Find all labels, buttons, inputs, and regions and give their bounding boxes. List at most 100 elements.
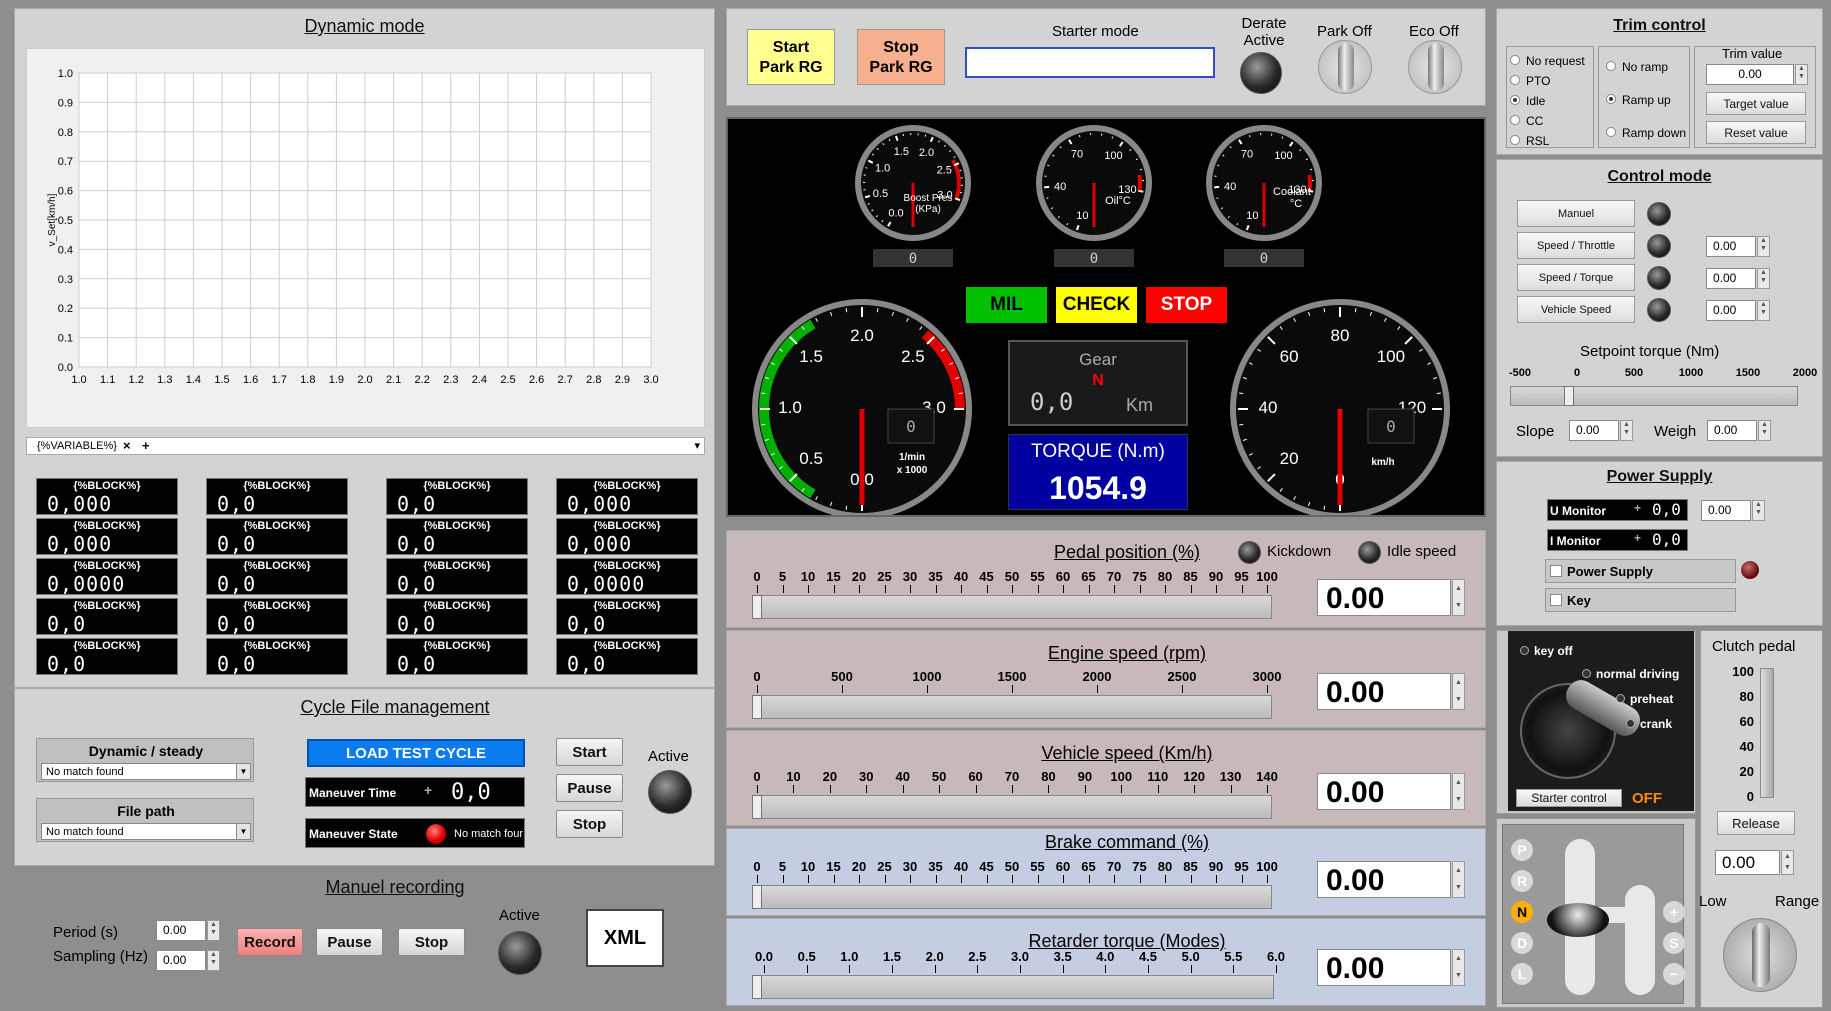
control-mode-spinner[interactable]: ▲ ▼ [1757,236,1770,257]
gear-side-minus-icon[interactable]: − [1663,963,1685,985]
slider-value-spinner[interactable]: ▲ ▼ [1452,579,1465,616]
gear-side-sport-icon[interactable]: S [1663,932,1685,954]
load-test-cycle-button[interactable]: LOAD TEST CYCLE [307,739,525,767]
ramp-radio-no-ramp[interactable] [1606,61,1616,71]
radio-icon[interactable] [1626,719,1635,728]
power-supply-toggle[interactable]: Power Supply [1545,559,1736,583]
gear-position-p[interactable]: P [1511,839,1533,861]
trim-value-input[interactable]: 0.00 [1706,64,1794,85]
control-mode-spinner[interactable]: ▲ ▼ [1757,300,1770,321]
slider-value-spinner[interactable]: ▲ ▼ [1452,773,1465,810]
slider-track[interactable] [752,595,1272,619]
slider-value-input[interactable]: 0.00 [1317,579,1451,616]
trim-radio-no-request[interactable] [1510,55,1520,65]
tab-menu-icon[interactable]: ▾ [694,439,700,452]
control-mode-vehicle-speedbutton[interactable]: Vehicle Speed [1517,296,1635,323]
control-mode-speed-throttlebutton[interactable]: Speed / Throttle [1517,232,1635,259]
trim-radio-rsl[interactable] [1510,135,1520,145]
key-toggle[interactable]: Key [1545,588,1736,612]
dropdown-arrow-icon[interactable]: ▼ [236,824,250,839]
record-button[interactable]: Record [237,928,303,956]
weigh-spinner[interactable]: ▲ ▼ [1758,420,1771,441]
radio-icon[interactable] [1616,694,1625,703]
slider-value-input[interactable]: 0.00 [1317,673,1451,710]
control-mode-input[interactable]: 0.00 [1706,236,1756,257]
starter-control-button[interactable]: Starter control [1516,789,1622,807]
start-park-rg-button[interactable]: Start Park RG [747,29,835,85]
key-checkbox[interactable] [1550,594,1562,606]
park-off-knob[interactable] [1318,40,1372,94]
slope-spinner[interactable]: ▲ ▼ [1620,420,1633,441]
trim-radio-idle[interactable] [1510,95,1520,105]
slider-value-input[interactable]: 0.00 [1317,861,1451,898]
cycle-start-button[interactable]: Start [556,738,623,766]
power-supply-checkbox[interactable] [1550,565,1562,577]
shift-knob-icon[interactable] [1547,903,1609,937]
recording-pause-button[interactable]: Pause [316,928,383,956]
slider-track[interactable] [752,695,1272,719]
trim-value-spinner[interactable]: ▲ ▼ [1795,64,1808,85]
slider-value-spinner[interactable]: ▲ ▼ [1452,949,1465,986]
trim-radio-pto[interactable] [1510,75,1520,85]
clutch-spinner[interactable]: ▲ ▼ [1781,850,1794,875]
period-spinner[interactable]: ▲ ▼ [207,920,220,941]
ramp-radio-ramp-down[interactable] [1606,127,1616,137]
release-button[interactable]: Release [1717,811,1795,835]
sampling-input[interactable]: 0.00 [156,950,206,971]
control-mode-manuelbutton[interactable]: Manuel [1517,200,1635,227]
file-path-select[interactable]: No match found ▼ [41,823,251,840]
radio-icon[interactable] [1520,646,1529,655]
slider-value-spinner[interactable]: ▲ ▼ [1452,861,1465,898]
gear-position-d[interactable]: D [1511,932,1533,954]
recording-title: Manuel recording [325,877,465,897]
u-input[interactable]: 0.00 [1701,500,1751,521]
slider-track[interactable] [752,885,1272,909]
range-knob[interactable] [1723,918,1797,992]
slider-track[interactable] [752,795,1272,819]
slider-thumb[interactable] [752,975,762,999]
tab-add-icon[interactable]: + [142,438,150,453]
clutch-slider[interactable] [1760,668,1774,798]
gear-position-n[interactable]: N [1511,901,1533,923]
cycle-pause-button[interactable]: Pause [556,774,623,802]
sampling-spinner[interactable]: ▲ ▼ [207,950,220,971]
slider-value-input[interactable]: 0.00 [1317,949,1451,986]
slider-track[interactable] [752,975,1274,999]
control-mode-spinner[interactable]: ▲ ▼ [1757,268,1770,289]
block-value: 0,000 [47,492,113,516]
weigh-input[interactable]: 0.00 [1707,420,1757,441]
slider-value-spinner[interactable]: ▲ ▼ [1452,673,1465,710]
slider-thumb[interactable] [752,795,762,819]
control-mode-speed-torquebutton[interactable]: Speed / Torque [1517,264,1635,291]
xml-button[interactable]: XML [586,909,664,967]
target-value-button[interactable]: Target value [1706,92,1806,115]
gear-position-r[interactable]: R [1511,870,1533,892]
tab-close-icon[interactable]: × [123,438,131,453]
recording-stop-button[interactable]: Stop [398,928,465,956]
u-spinner[interactable]: ▲ ▼ [1752,500,1765,521]
dynamic-steady-select[interactable]: No match found ▼ [41,763,251,780]
variable-tab[interactable]: {%VARIABLE%} [37,440,117,452]
clutch-value-input[interactable]: 0.00 [1715,850,1780,875]
period-input[interactable]: 0.00 [156,920,206,941]
eco-off-knob[interactable] [1408,40,1462,94]
gear-side-plus-icon[interactable]: + [1663,901,1685,923]
gear-position-l[interactable]: L [1511,963,1533,985]
cycle-stop-button[interactable]: Stop [556,810,623,838]
slider-thumb[interactable] [752,595,762,619]
slider-tick-label: 2000 [1082,669,1112,684]
ramp-radio-ramp-up[interactable] [1606,94,1616,104]
trim-radio-cc[interactable] [1510,115,1520,125]
dropdown-arrow-icon[interactable]: ▼ [236,764,250,779]
radio-icon[interactable] [1582,669,1591,678]
setpoint-slider[interactable] [1510,386,1798,406]
control-mode-input[interactable]: 0.00 [1706,268,1756,289]
setpoint-slider-thumb[interactable] [1564,386,1574,406]
control-mode-input[interactable]: 0.00 [1706,300,1756,321]
slope-input[interactable]: 0.00 [1569,420,1619,441]
slider-thumb[interactable] [752,885,762,909]
slider-thumb[interactable] [752,695,762,719]
slider-value-input[interactable]: 0.00 [1317,773,1451,810]
stop-park-rg-button[interactable]: Stop Park RG [857,29,945,85]
reset-value-button[interactable]: Reset value [1706,121,1806,144]
